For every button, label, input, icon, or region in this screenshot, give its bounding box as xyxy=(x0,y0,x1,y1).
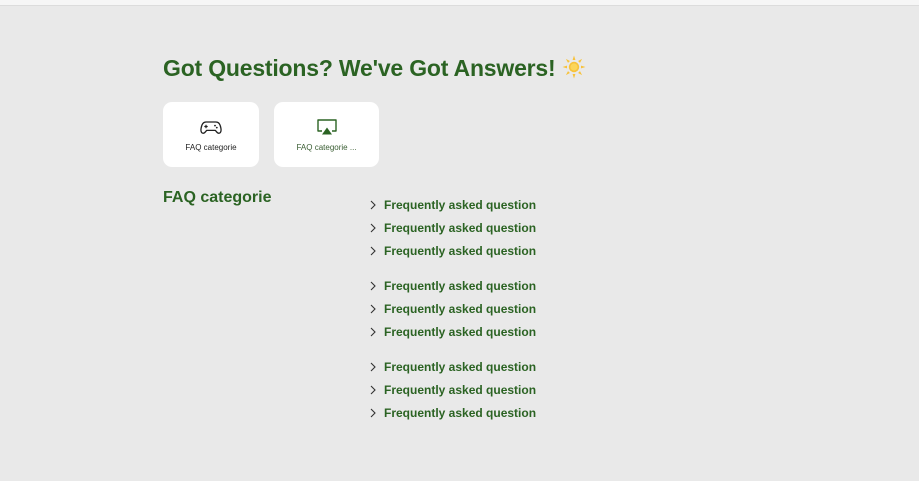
chevron-right-icon xyxy=(370,200,376,209)
chevron-right-icon xyxy=(370,327,376,336)
faq-item[interactable]: Frequently asked question xyxy=(369,239,689,262)
category-card-label: FAQ categorie ... xyxy=(296,142,357,152)
faq-group: Frequently asked question Frequently ask… xyxy=(369,355,689,424)
faq-item[interactable]: Frequently asked question xyxy=(369,378,689,401)
category-card-label: FAQ categorie xyxy=(185,142,237,152)
faq-group: Frequently asked question Frequently ask… xyxy=(369,193,689,262)
chevron-right-icon xyxy=(370,362,376,371)
faq-question: Frequently asked question xyxy=(384,382,537,397)
chevron-right-icon xyxy=(370,304,376,313)
category-card-faq-2[interactable]: FAQ categorie ... xyxy=(274,102,379,167)
faq-question: Frequently asked question xyxy=(384,220,537,235)
faq-question: Frequently asked question xyxy=(384,197,537,212)
chevron-right-icon xyxy=(370,246,376,255)
faq-question: Frequently asked question xyxy=(384,405,537,420)
chevron-right-icon xyxy=(370,281,376,290)
airplay-icon xyxy=(316,118,337,134)
page-title-text: Got Questions? We've Got Answers! xyxy=(163,55,556,81)
chevron-right-icon xyxy=(370,223,376,232)
section-title: FAQ categorie xyxy=(163,189,272,206)
page-title: Got Questions? We've Got Answers! xyxy=(163,55,586,82)
faq-question: Frequently asked question xyxy=(384,359,537,374)
faq-question: Frequently asked question xyxy=(384,324,537,339)
chevron-right-icon xyxy=(370,408,376,417)
faq-item[interactable]: Frequently asked question xyxy=(369,355,689,378)
faq-item[interactable]: Frequently asked question xyxy=(369,274,689,297)
faq-item[interactable]: Frequently asked question xyxy=(369,297,689,320)
faq-question: Frequently asked question xyxy=(384,301,537,316)
faq-item[interactable]: Frequently asked question xyxy=(369,216,689,239)
category-card-faq-1[interactable]: FAQ categorie xyxy=(163,102,259,167)
faq-question: Frequently asked question xyxy=(384,278,537,293)
faq-item[interactable]: Frequently asked question xyxy=(369,193,689,216)
chevron-right-icon xyxy=(370,385,376,394)
gamepad-icon xyxy=(200,120,222,134)
faq-list: Frequently asked question Frequently ask… xyxy=(369,193,689,436)
faq-question: Frequently asked question xyxy=(384,243,537,258)
faq-item[interactable]: Frequently asked question xyxy=(369,320,689,343)
faq-group: Frequently asked question Frequently ask… xyxy=(369,274,689,343)
faq-item[interactable]: Frequently asked question xyxy=(369,401,689,424)
top-divider xyxy=(0,0,919,6)
category-cards: FAQ categorie FAQ categorie ... xyxy=(163,102,379,167)
sun-icon xyxy=(562,55,585,79)
